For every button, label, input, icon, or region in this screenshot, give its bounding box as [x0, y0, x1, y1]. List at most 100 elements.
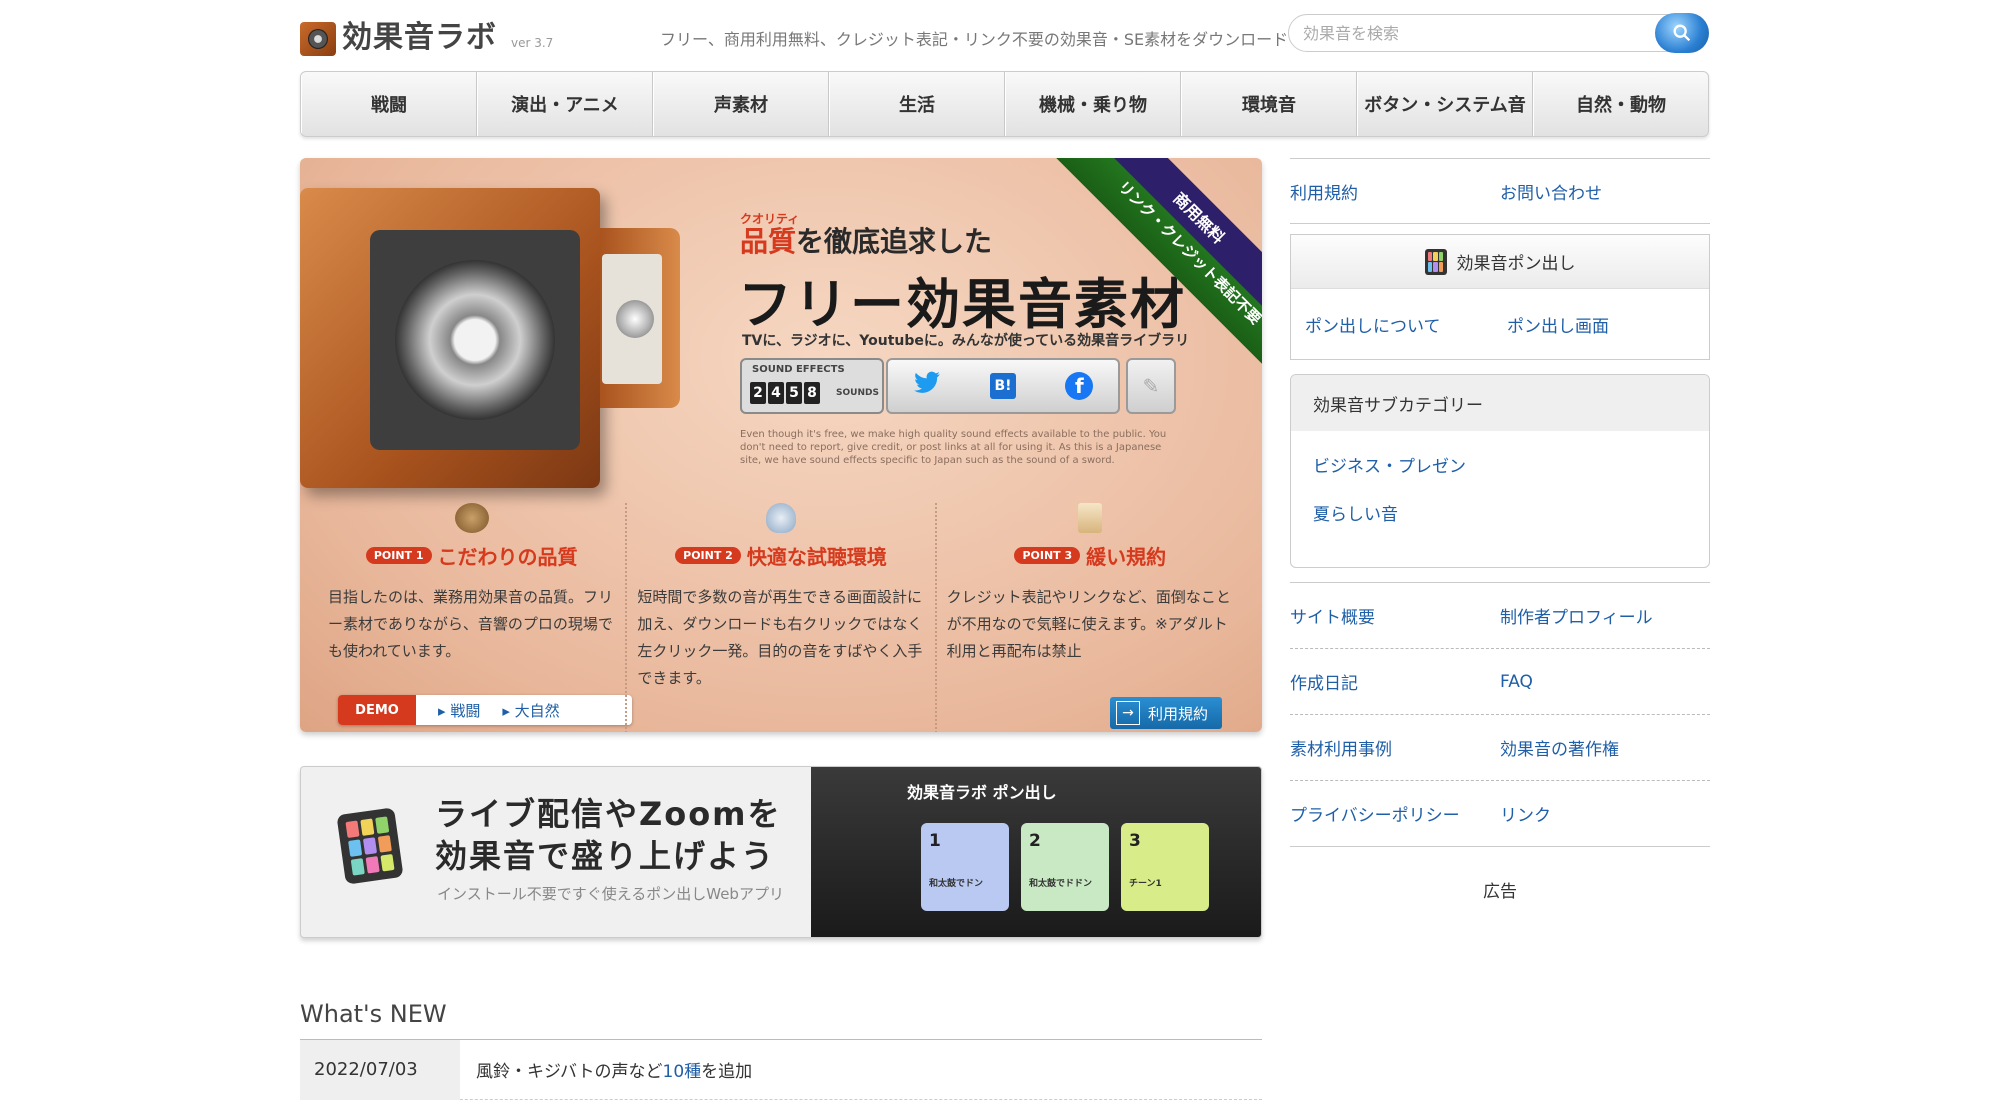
sidebar-top-links: 利用規約 お問い合わせ [1290, 158, 1710, 224]
subcategory-title: 効果音サブカテゴリー [1291, 375, 1709, 431]
horn-icon [454, 503, 489, 533]
link-terms[interactable]: 利用規約 [1290, 179, 1500, 204]
demo-link-battle[interactable]: ▸ 戦闘 [438, 700, 480, 721]
speaker-logo-icon [300, 22, 336, 56]
pondashi-banner[interactable]: ライブ配信やZoomを 効果音で盛り上げよう インストール不要ですぐ使えるポン出… [300, 766, 1262, 938]
sound-counter: SOUND EFFECTS 2 4 5 8 SOUNDS [740, 358, 884, 414]
news-link[interactable]: 10種 [663, 1062, 702, 1082]
share-bar: B! f [886, 358, 1120, 414]
counter-digit: 5 [786, 382, 802, 404]
point-text: クレジット表記やリンクなど、面倒なことが不用なので気軽に使えます。※アダルト利用… [946, 588, 1231, 660]
point-title: 緩い規約 [1086, 545, 1167, 569]
hero-headline: 品質を徹底追求した [740, 220, 992, 260]
terms-button-label: 利用規約 [1147, 704, 1208, 723]
pad-grid-icon [1424, 248, 1447, 275]
link-summer-sounds[interactable]: 夏らしい音 [1313, 491, 1687, 539]
nav-item-anime[interactable]: 演出・アニメ [477, 72, 653, 136]
link-business-presentation[interactable]: ビジネス・プレゼン [1313, 443, 1687, 491]
sidebar: 利用規約 お問い合わせ 効果音ポン出し ポン出しについて ポン出し画面 効果音サ… [1290, 158, 1710, 902]
counter-digit: 2 [750, 382, 766, 404]
banner-title-line1: ライブ配信やZoomを [435, 795, 782, 833]
news-date: 2022/07/03 [300, 1039, 460, 1100]
site-logo[interactable]: 効果音ラボ ver 3.7 [300, 12, 553, 56]
sidebar-links: サイト概要 制作者プロフィール 作成日記 FAQ 素材利用事例 効果音の著作権 プライ… [1290, 582, 1710, 847]
feather-icon[interactable]: ✎ [1126, 358, 1176, 414]
hero-headline-red: 品質 [740, 225, 797, 258]
feature-points: POINT 1 こだわりの品質 目指したのは、業務用効果音の品質。フリー素材であ… [318, 503, 1244, 732]
point-badge: POINT 2 [675, 547, 741, 564]
point-badge: POINT 3 [1014, 547, 1081, 564]
ad-label: 広告 [1483, 882, 1517, 902]
nav-item-machine[interactable]: 機械・乗り物 [1005, 72, 1181, 136]
pad-grid-icon [336, 807, 404, 885]
banner-title-line2: 効果音で盛り上げよう [435, 837, 776, 875]
banner-title: ライブ配信やZoomを 効果音で盛り上げよう [435, 793, 782, 877]
hero-headline-rest: を徹底追求した [796, 225, 993, 258]
search-icon [1673, 24, 1691, 42]
version-label: ver 3.7 [511, 36, 554, 50]
point-terms: POINT 3 緩い規約 クレジット表記やリンクなど、面倒なことが不用なので気軽… [934, 503, 1244, 732]
speaker-illustration [300, 188, 600, 488]
logo-text: 効果音ラボ [342, 20, 497, 55]
link-copyright[interactable]: 効果音の著作権 [1500, 735, 1619, 760]
hero-subtitle: TVに、ラジオに、Youtubeに。みんなが使っている効果音ライブラリ [742, 333, 1190, 349]
mouse-icon [765, 503, 796, 533]
link-usage-examples[interactable]: 素材利用事例 [1290, 735, 1500, 760]
pad-1: 1 和太鼓でドン [921, 823, 1009, 911]
link-creator-profile[interactable]: 制作者プロフィール [1500, 603, 1653, 628]
pondashi-header: 効果音ポン出し [1291, 235, 1709, 289]
point-title: こだわりの品質 [437, 545, 578, 569]
pondashi-screenshot: 効果音ラボ ポン出し 1 和太鼓でドン 2 和太鼓でドドン 3 チーン1 [811, 767, 1261, 937]
link-diary[interactable]: 作成日記 [1290, 669, 1500, 694]
nav-item-life[interactable]: 生活 [829, 72, 1005, 136]
counter-digit: 8 [804, 382, 820, 404]
nav-item-voice[interactable]: 声素材 [653, 72, 829, 136]
hero-english-text: Even though it's free, we make high qual… [740, 429, 1167, 466]
news-text: 風鈴・キジバトの声など10種を追加 [476, 1062, 753, 1082]
pondashi-box: 効果音ポン出し ポン出しについて ポン出し画面 [1290, 234, 1710, 360]
terms-button[interactable]: → 利用規約 [1109, 697, 1222, 729]
point-listening: POINT 2 快適な試聴環境 短時間で多数の音が再生できる画面設計に加え、ダウ… [625, 503, 934, 732]
hatena-bookmark-icon[interactable]: B! [989, 373, 1016, 399]
pad-2: 2 和太鼓でドドン [1021, 823, 1109, 911]
facebook-icon[interactable]: f [1065, 372, 1094, 400]
news-heading: What's NEW [300, 1000, 447, 1028]
demo-bar: DEMO ▸ 戦闘 ▸ 大自然 [338, 695, 632, 725]
demo-link-nature[interactable]: ▸ 大自然 [502, 700, 559, 721]
nav-item-nature[interactable]: 自然・動物 [1533, 72, 1708, 136]
nav-item-environment[interactable]: 環境音 [1181, 72, 1357, 136]
hero-banner: クオリティ 品質を徹底追求した フリー効果音素材 TVに、ラジオに、Youtub… [300, 158, 1262, 732]
point-text: 短時間で多数の音が再生できる画面設計に加え、ダウンロードも右クリックではなく左ク… [637, 588, 923, 687]
link-links[interactable]: リンク [1500, 801, 1551, 826]
news-row: 2022/07/03 風鈴・キジバトの声など10種を追加 [300, 1039, 1262, 1100]
sound-counter-label: SOUND EFFECTS [752, 364, 845, 375]
point-title: 快適な試聴環境 [746, 545, 887, 569]
knob-icon [616, 300, 654, 338]
pondashi-title: 効果音ラボ ポン出し [907, 783, 1057, 802]
nav-item-button-system[interactable]: ボタン・システム音 [1357, 72, 1533, 136]
site-tagline: フリー、商用利用無料、クレジット表記・リンク不要の効果音・SE素材をダウンロード [660, 30, 1289, 49]
arrow-right-icon: → [1115, 701, 1140, 725]
search-button[interactable] [1655, 13, 1709, 53]
link-site-overview[interactable]: サイト概要 [1290, 603, 1500, 628]
nav-item-battle[interactable]: 戦闘 [301, 72, 477, 136]
counter-digit: 4 [768, 382, 784, 404]
demo-badge: DEMO [338, 695, 416, 725]
document-icon [1078, 503, 1103, 533]
subcategory-box: 効果音サブカテゴリー ビジネス・プレゼン 夏らしい音 [1290, 374, 1710, 568]
point-badge: POINT 1 [365, 547, 432, 564]
banner-subtitle: インストール不要ですぐ使えるポン出しWebアプリ [437, 885, 784, 903]
search-input[interactable] [1289, 23, 1649, 43]
search-bar [1288, 13, 1709, 53]
link-privacy-policy[interactable]: プライバシーポリシー [1290, 801, 1500, 826]
sound-counter-unit: SOUNDS [836, 388, 879, 398]
pondashi-title-label: 効果音ポン出し [1456, 254, 1576, 274]
hero-title: フリー効果音素材 [738, 273, 1186, 336]
link-pondashi-screen[interactable]: ポン出し画面 [1507, 312, 1709, 337]
link-faq[interactable]: FAQ [1500, 672, 1533, 692]
link-pondashi-about[interactable]: ポン出しについて [1305, 312, 1507, 337]
category-nav: 戦闘 演出・アニメ 声素材 生活 機械・乗り物 環境音 ボタン・システム音 自然… [300, 71, 1709, 137]
twitter-icon[interactable] [913, 371, 941, 402]
pad-3: 3 チーン1 [1121, 823, 1209, 911]
link-contact[interactable]: お問い合わせ [1500, 179, 1602, 204]
